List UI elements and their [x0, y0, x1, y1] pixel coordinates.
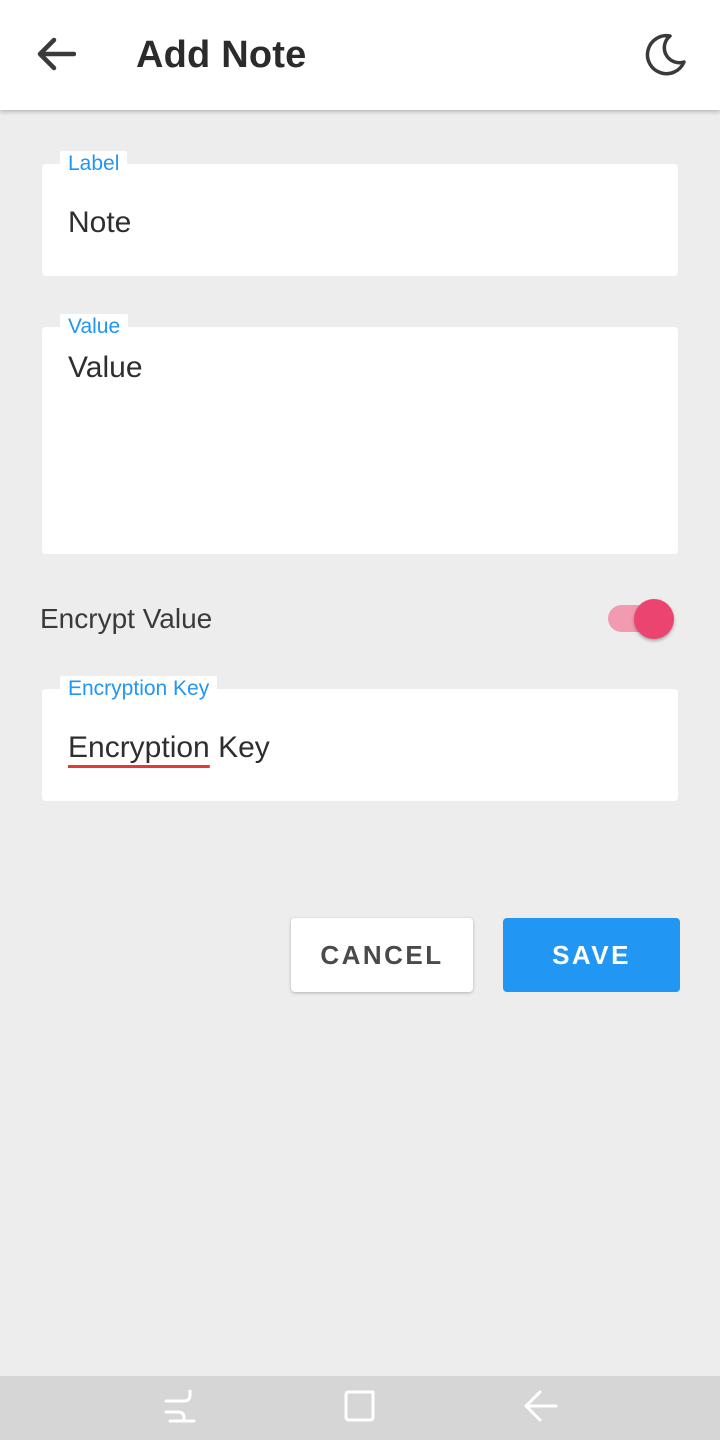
recents-button[interactable]	[160, 1388, 200, 1428]
arrow-left-icon	[36, 37, 77, 76]
value-textarea[interactable]: Value	[68, 351, 143, 385]
label-field-label: Label	[60, 151, 128, 177]
back-button[interactable]	[22, 26, 90, 86]
system-nav-bar	[0, 1376, 720, 1440]
encryption-key-field[interactable]: Encryption Key Encryption Key	[42, 676, 678, 801]
app-bar: Add Note	[0, 0, 720, 110]
theme-toggle-button[interactable]	[636, 26, 696, 86]
label-field[interactable]: Label Note	[42, 151, 678, 276]
label-input[interactable]: Note	[68, 206, 131, 240]
switch-thumb	[634, 599, 674, 639]
home-button[interactable]	[340, 1388, 380, 1428]
moon-icon	[644, 32, 688, 81]
recents-icon	[162, 1388, 198, 1429]
page-title: Add Note	[136, 34, 307, 76]
encrypt-value-label: Encrypt Value	[40, 603, 213, 634]
key-word: Key	[209, 731, 270, 764]
nav-back-button[interactable]	[520, 1388, 560, 1428]
misspelled-word: Encryption	[68, 731, 210, 764]
encryption-key-input[interactable]: Encryption Key	[68, 731, 270, 765]
value-field[interactable]: Value Value	[42, 314, 678, 554]
encryption-key-field-label: Encryption Key	[60, 676, 218, 702]
nav-back-icon	[522, 1388, 558, 1429]
home-icon	[342, 1388, 378, 1429]
cancel-button[interactable]: CANCEL	[291, 918, 473, 992]
value-field-label: Value	[60, 314, 129, 340]
app-screen: Add Note Label Note Value Value Encrypt …	[0, 0, 720, 1440]
save-button[interactable]: SAVE	[503, 918, 680, 992]
encrypt-toggle-switch[interactable]	[606, 598, 676, 640]
